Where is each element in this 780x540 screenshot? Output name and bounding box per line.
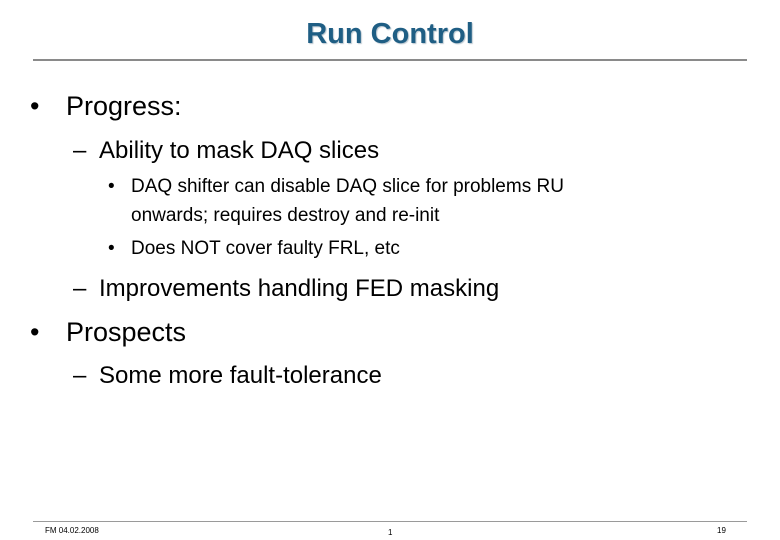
bullet-marker: • xyxy=(30,317,40,347)
bullet-text: Prospects xyxy=(66,317,187,347)
dash-marker: – xyxy=(73,362,87,389)
dash-marker: – xyxy=(73,275,87,302)
sub-item-fault-tolerance: – Some more fault-tolerance xyxy=(73,362,382,390)
bullet-item-progress: • Progress: xyxy=(30,90,182,122)
detail-text: DAQ shifter can disable DAQ slice for pr… xyxy=(131,176,564,197)
slide-number: 19 xyxy=(717,526,726,535)
footer-author-date: FM 04.02.2008 xyxy=(45,526,99,535)
bullet-marker: • xyxy=(30,91,40,121)
footer-divider xyxy=(33,521,747,522)
sub-item-fed-masking: – Improvements handling FED masking xyxy=(73,275,499,303)
sub-item-text: Some more fault-tolerance xyxy=(99,362,382,389)
bullet-marker: • xyxy=(108,176,115,197)
detail-item-daq-shifter-continuation: onwards; requires destroy and re-init xyxy=(131,204,439,228)
detail-item-daq-shifter: • DAQ shifter can disable DAQ slice for p… xyxy=(108,175,564,199)
bullet-text: Progress: xyxy=(66,91,182,121)
detail-item-faulty-frl: • Does NOT cover faulty FRL, etc xyxy=(108,237,400,261)
detail-text-continuation: onwards; requires destroy and re-init xyxy=(131,205,440,226)
detail-text: Does NOT cover faulty FRL, etc xyxy=(131,238,400,259)
sub-item-text: Improvements handling FED masking xyxy=(99,275,500,302)
title-divider xyxy=(33,59,747,61)
dash-marker: – xyxy=(73,137,87,164)
bullet-marker: • xyxy=(108,238,115,259)
sub-item-text: Ability to mask DAQ slices xyxy=(99,137,380,164)
bullet-item-prospects: • Prospects xyxy=(30,316,186,348)
footer-center-number: 1 xyxy=(388,528,393,537)
slide-title: Run Control xyxy=(306,18,474,50)
sub-item-mask-daq-slices: – Ability to mask DAQ slices xyxy=(73,137,379,165)
